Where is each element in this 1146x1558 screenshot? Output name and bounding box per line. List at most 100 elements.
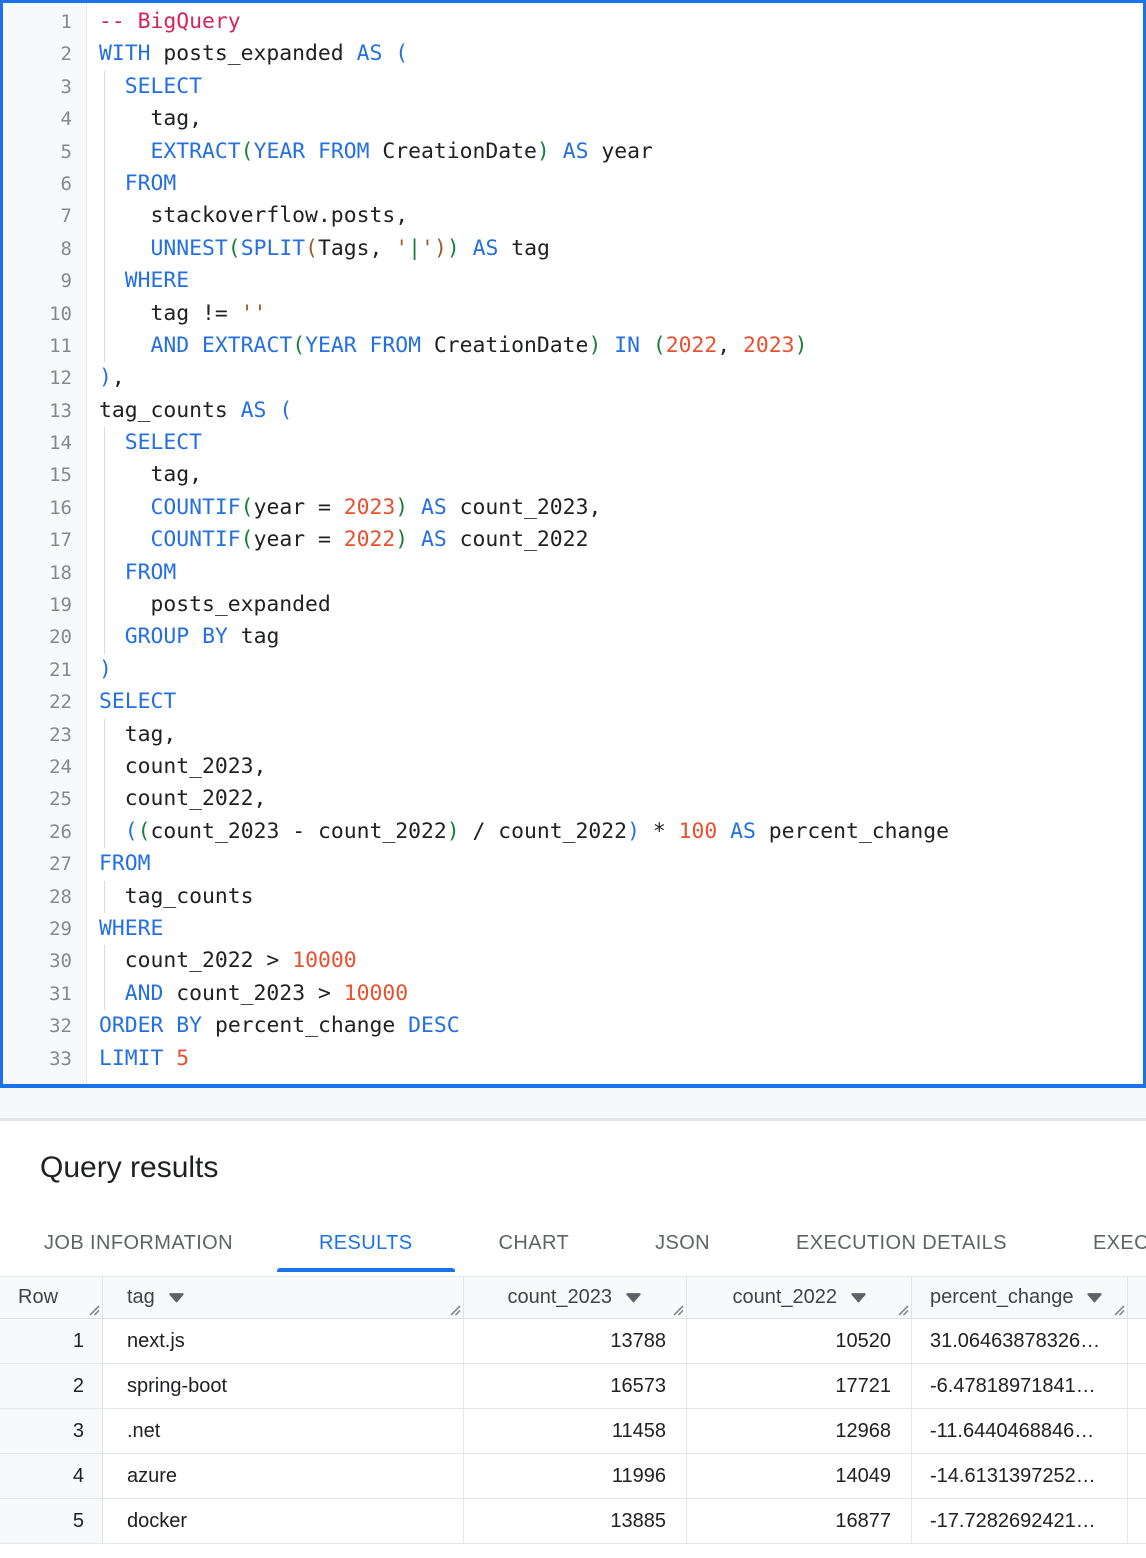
line-number: 30 [3,945,72,977]
code-token [189,624,202,649]
code-token: YEAR [254,139,306,164]
code-token: count_2022 [447,527,589,552]
sort-menu-icon[interactable] [1086,1292,1103,1303]
cell-tag: next.js [103,1319,464,1363]
code-token: ( [241,527,254,552]
column-resize-handle[interactable] [447,1302,461,1316]
code-token: count_2023, [447,495,602,520]
code-line: count_2023, [99,751,1143,783]
query-results-header: Query results [0,1121,1146,1215]
column-header-tag[interactable]: tag [103,1277,464,1318]
code-token: ( [279,398,292,423]
tab-execution-details[interactable]: EXECUTION DETAILS [754,1215,1049,1272]
line-number: 11 [3,330,72,362]
code-token: FROM [370,333,422,358]
sort-menu-icon[interactable] [168,1292,185,1303]
column-label: count_2022 [732,1286,837,1309]
panel-divider[interactable] [0,1088,1146,1121]
code-token: DESC [408,1013,460,1038]
tab-chart[interactable]: CHART [457,1215,612,1272]
code-token: FROM [318,139,370,164]
tab-results[interactable]: RESULTS [277,1215,455,1272]
code-token: WHERE [125,268,189,293]
code-line: EXTRACT(YEAR FROM CreationDate) AS year [99,136,1143,168]
code-line: stackoverflow.posts, [99,200,1143,232]
indent-guide-line [104,589,105,621]
code-indent [99,268,125,293]
code-line: SELECT [99,686,1143,718]
code-token: SELECT [99,689,176,714]
indent-guide-line [104,233,105,265]
code-token: tag [228,624,280,649]
indent-guide-line [104,136,105,168]
line-number: 3 [3,71,72,103]
code-token: tag_counts [99,398,241,423]
code-area[interactable]: -- BigQueryWITH posts_expanded AS ( SELE… [87,3,1143,1084]
column-header-row[interactable]: Row [0,1277,103,1318]
code-token: ) [627,819,640,844]
code-token: FROM [125,560,177,585]
column-header-count_2022[interactable]: count_2022 [687,1277,912,1318]
indent-guide-line [104,459,105,491]
indent-guide-line [104,71,105,103]
code-token: ) [447,236,460,261]
code-token [601,333,614,358]
line-number: 16 [3,492,72,524]
line-number: 29 [3,913,72,945]
code-token: ( [125,819,138,844]
code-indent [99,462,151,487]
code-token: year [588,139,652,164]
column-header-count_2023[interactable]: count_2023 [464,1277,687,1318]
cell-row-number: 4 [0,1454,103,1498]
column-resize-handle[interactable] [670,1302,684,1316]
sort-menu-icon[interactable] [850,1292,867,1303]
code-line: -- BigQuery [99,6,1143,38]
cell-count-2023: 13788 [464,1319,687,1363]
code-token: AS [421,527,447,552]
table-header-row: Rowtag count_2023 count_2022 percent_change [0,1277,1146,1319]
code-line: count_2022 > 10000 [99,945,1143,977]
code-token: EXTRACT [202,333,292,358]
indent-guide-line [104,719,105,751]
column-resize-handle[interactable] [86,1302,100,1316]
code-token: count_2023, [125,754,267,779]
tab-execution-graph[interactable]: EXECUTION GRAPH [1051,1215,1146,1272]
column-resize-handle[interactable] [1111,1302,1125,1316]
line-number: 17 [3,524,72,556]
code-token: year = [254,527,344,552]
code-indent [99,722,125,747]
code-token: AS [421,495,447,520]
column-header-percent_change[interactable]: percent_change [912,1277,1128,1318]
code-token [640,333,653,358]
column-label: count_2023 [507,1286,612,1309]
line-number: 22 [3,686,72,718]
sql-query-editor[interactable]: 1234567891011121314151617181920212223242… [0,0,1146,1088]
column-resize-handle[interactable] [895,1302,909,1316]
tab-job-information[interactable]: JOB INFORMATION [2,1215,275,1272]
tab-json[interactable]: JSON [613,1215,752,1272]
code-indent [99,139,151,164]
code-token: AS [473,236,499,261]
line-number: 20 [3,621,72,653]
code-token: posts_expanded [151,41,357,66]
code-line: COUNTIF(year = 2023) AS count_2023, [99,492,1143,524]
code-line: UNNEST(SPLIT(Tags, '|')) AS tag [99,233,1143,265]
code-indent [99,592,151,617]
indent-guide-line [104,557,105,589]
code-line: tag, [99,459,1143,491]
cell-filler [1128,1364,1146,1408]
code-token: AS [241,398,267,423]
line-number: 15 [3,459,72,491]
table-row: 4azure1199614049-14.6131397252… [0,1454,1146,1499]
code-line: AND count_2023 > 10000 [99,978,1143,1010]
code-token: ) [588,333,601,358]
cell-count-2023: 11458 [464,1409,687,1453]
indent-guide-line [104,978,105,1010]
code-token: COUNTIF [151,527,241,552]
code-token: ) [795,333,808,358]
code-token: AS [730,819,756,844]
line-number: 32 [3,1010,72,1042]
sort-menu-icon[interactable] [625,1292,642,1303]
code-token [408,527,421,552]
results-tabs: JOB INFORMATIONRESULTSCHARTJSONEXECUTION… [0,1215,1146,1272]
